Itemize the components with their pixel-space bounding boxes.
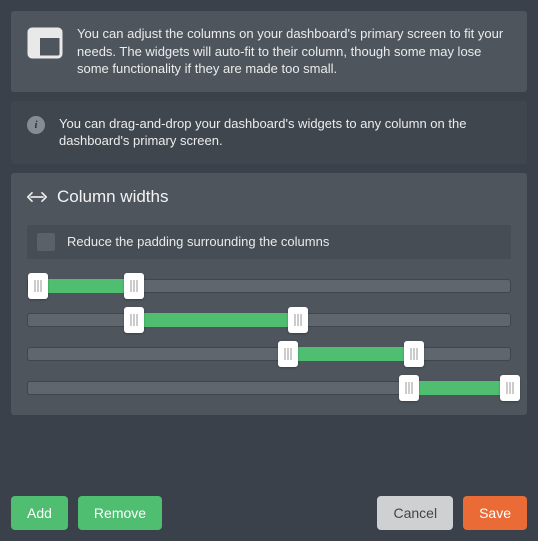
layout-icon [27,25,63,61]
reduce-padding-label: Reduce the padding surrounding the colum… [67,234,329,249]
cancel-button[interactable]: Cancel [377,496,453,530]
intro-text: You can adjust the columns on your dashb… [77,25,511,78]
remove-button[interactable]: Remove [78,496,162,530]
slider-handle-end[interactable] [404,341,424,367]
slider-handle-end[interactable] [288,307,308,333]
slider-handle-start[interactable] [124,307,144,333]
slider-2[interactable] [27,313,511,327]
slider-fill [134,313,298,327]
slider-fill [409,381,510,395]
reduce-padding-checkbox[interactable] [37,233,55,251]
slider-1[interactable] [27,279,511,293]
slider-fill [288,347,413,361]
column-widths-section: Column widths Reduce the padding surroun… [11,173,527,415]
intro-panel: You can adjust the columns on your dashb… [11,11,527,92]
add-button[interactable]: Add [11,496,68,530]
slider-3[interactable] [27,347,511,361]
spacer [172,496,367,530]
slider-handle-end[interactable] [500,375,520,401]
reduce-padding-row[interactable]: Reduce the padding surrounding the colum… [27,225,511,259]
slider-handle-start[interactable] [399,375,419,401]
hint-panel: i You can drag-and-drop your dashboard's… [11,101,527,164]
footer-buttons: Add Remove Cancel Save [11,490,527,530]
sliders-container [27,277,511,397]
section-title: Column widths [57,187,169,207]
slider-4[interactable] [27,381,511,395]
save-button[interactable]: Save [463,496,527,530]
section-header: Column widths [27,187,511,207]
hint-text: You can drag-and-drop your dashboard's w… [59,115,511,150]
slider-fill [38,279,134,293]
slider-handle-start[interactable] [278,341,298,367]
slider-handle-start[interactable] [28,273,48,299]
horizontal-resize-icon [27,189,47,205]
info-icon: i [27,116,45,134]
slider-handle-end[interactable] [124,273,144,299]
